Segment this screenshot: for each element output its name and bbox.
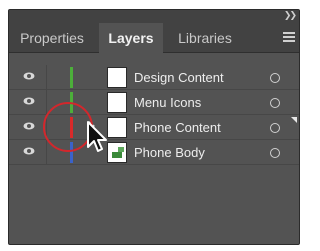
layer-thumbnail (107, 117, 127, 138)
layer-color-indicator (70, 67, 73, 88)
layer-name[interactable]: Design Content (134, 65, 224, 90)
layer-thumbnail (107, 67, 127, 88)
tab-properties[interactable]: Properties (9, 23, 95, 53)
eye-visibility-icon[interactable] (23, 97, 35, 105)
panel-title-bar: ❯❯ (9, 10, 299, 23)
target-circle-icon[interactable] (270, 123, 280, 133)
tab-layers[interactable]: Layers (99, 23, 163, 54)
pointer-cursor-icon (86, 120, 110, 159)
thumbnail-artwork (118, 147, 124, 152)
selected-layer-indicator (291, 117, 297, 123)
layer-name[interactable]: Menu Icons (134, 90, 201, 115)
layer-name[interactable]: Phone Body (134, 140, 205, 165)
layer-name[interactable]: Phone Content (134, 115, 221, 140)
column-divider (46, 140, 47, 165)
double-chevron-right-icon[interactable]: ❯❯ (284, 11, 297, 21)
panel-tab-bar: Properties Layers Libraries (9, 23, 299, 54)
thumbnail-artwork (112, 152, 122, 158)
column-divider (46, 65, 47, 90)
hamburger-menu-icon[interactable] (283, 32, 295, 42)
target-circle-icon[interactable] (270, 98, 280, 108)
tab-libraries[interactable]: Libraries (167, 23, 243, 53)
layer-thumbnail (107, 142, 127, 163)
layer-thumbnail (107, 92, 127, 113)
layer-row-design-content[interactable]: Design Content (9, 65, 299, 90)
eye-visibility-icon[interactable] (23, 72, 35, 80)
eye-visibility-icon[interactable] (23, 122, 35, 130)
target-circle-icon[interactable] (270, 73, 280, 83)
target-circle-icon[interactable] (270, 148, 280, 158)
eye-visibility-icon[interactable] (23, 147, 35, 155)
